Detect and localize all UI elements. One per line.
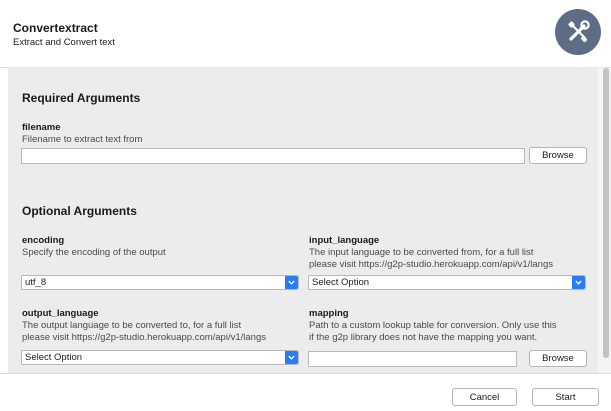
- output-language-select[interactable]: Select Option: [21, 350, 299, 365]
- chevron-down-icon[interactable]: [572, 276, 585, 289]
- output-language-selected-value: Select Option: [25, 352, 83, 363]
- app-title: Convertextract: [13, 21, 98, 35]
- mapping-label: mapping: [309, 308, 349, 319]
- optional-arguments-title: Optional Arguments: [22, 204, 137, 218]
- mapping-help-line1: Path to a custom lookup table for conver…: [309, 320, 557, 331]
- start-button[interactable]: Start: [532, 388, 599, 406]
- output-language-help-line2: please visit https://g2p-studio.herokuap…: [22, 332, 266, 343]
- input-language-selected-value: Select Option: [312, 277, 370, 288]
- output-language-label: output_language: [22, 308, 99, 319]
- mapping-input[interactable]: [308, 351, 517, 367]
- tools-icon-graphic: [568, 20, 590, 43]
- input-language-help-line2: please visit https://g2p-studio.herokuap…: [309, 259, 553, 270]
- tools-icon: [555, 9, 601, 55]
- app-subtitle: Extract and Convert text: [13, 37, 115, 48]
- cancel-button[interactable]: Cancel: [452, 388, 517, 406]
- header: Convertextract Extract and Convert text: [0, 0, 611, 68]
- encoding-select[interactable]: utf_8: [21, 275, 299, 290]
- chevron-down-icon[interactable]: [285, 351, 298, 364]
- scrollbar-thumb[interactable]: [603, 68, 609, 358]
- filename-label: filename: [22, 122, 61, 133]
- footer: Cancel Start: [0, 373, 611, 411]
- mapping-help-line2: if the g2p library does not have the map…: [309, 332, 538, 343]
- input-language-label: input_language: [309, 235, 380, 246]
- output-language-help-line1: The output language to be converted to, …: [22, 320, 242, 331]
- filename-browse-button[interactable]: Browse: [529, 147, 587, 164]
- encoding-selected-value: utf_8: [25, 277, 47, 288]
- chevron-down-icon[interactable]: [285, 276, 298, 289]
- arguments-panel: Required Arguments filename Filename to …: [8, 67, 604, 373]
- input-language-select[interactable]: Select Option: [308, 275, 586, 290]
- filename-input[interactable]: [21, 148, 525, 164]
- filename-help: Filename to extract text from: [22, 134, 143, 145]
- required-arguments-title: Required Arguments: [22, 91, 141, 105]
- mapping-browse-button[interactable]: Browse: [529, 350, 587, 367]
- input-language-help-line1: The input language to be converted from,…: [309, 247, 534, 258]
- encoding-help: Specify the encoding of the output: [22, 247, 166, 258]
- encoding-label: encoding: [22, 235, 65, 246]
